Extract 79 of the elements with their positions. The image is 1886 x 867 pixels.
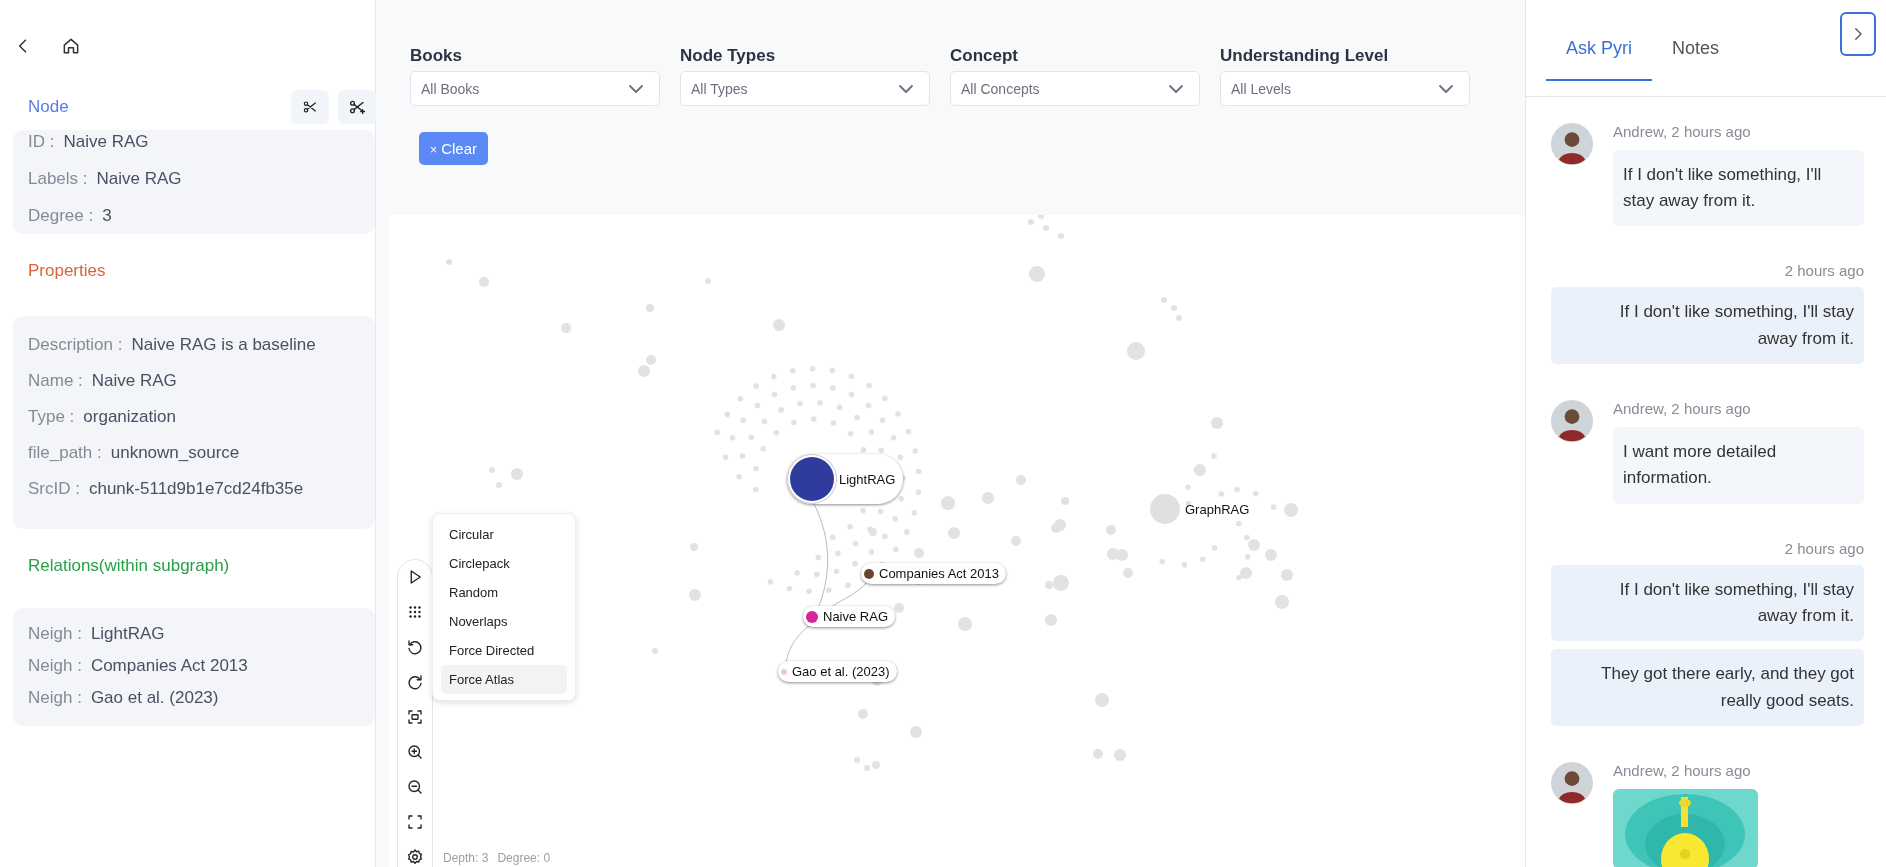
filter-dropdown[interactable]: All Types xyxy=(680,71,930,106)
focus-icon[interactable] xyxy=(406,708,424,726)
message-meta: Andrew, 2 hours ago xyxy=(1613,122,1752,140)
message-bubble: I want more detailed information. xyxy=(1613,427,1864,504)
field-value: chunk-511d9b1e7cd24fb35e xyxy=(88,479,304,499)
field-value: Naive RAG xyxy=(63,132,149,152)
message-bubble: They got there early, and they got really good seats. xyxy=(1551,649,1864,727)
grid-icon[interactable] xyxy=(406,603,424,621)
message-bubble: If I don't like something, I'll stay away from it. xyxy=(1551,287,1864,365)
chevron-down-icon xyxy=(1439,84,1453,93)
field-value: LightRAG xyxy=(90,624,165,644)
avatar-icon xyxy=(1551,400,1593,443)
tab[interactable]: Ask Pyri xyxy=(1546,32,1652,81)
field-value: organization xyxy=(83,407,176,427)
field-label: Labels : xyxy=(28,169,88,189)
scissors-icon xyxy=(302,99,318,115)
message-meta: 2 hours ago xyxy=(1784,262,1864,280)
message-meta: Andrew, 2 hours ago xyxy=(1613,400,1752,418)
graph-node[interactable]: GraphRAG xyxy=(1146,490,1254,528)
home-icon[interactable] xyxy=(61,36,81,56)
scissors-plus-icon xyxy=(348,98,366,116)
field-label: ID : xyxy=(28,132,55,152)
redo-icon[interactable] xyxy=(406,673,424,691)
avatar-icon xyxy=(1551,122,1593,165)
status-text: Depth: 3 xyxy=(443,851,489,865)
settings-icon[interactable] xyxy=(406,848,424,866)
filter-dropdown[interactable]: All Concepts xyxy=(950,71,1200,106)
filter-dropdown[interactable]: All Books xyxy=(410,71,660,106)
layout-option[interactable]: Circular xyxy=(441,520,567,549)
filter-label: Concept xyxy=(950,46,1019,66)
field-label: Degree : xyxy=(28,206,94,226)
field-label: file_path : xyxy=(28,443,102,463)
chevron-down-icon xyxy=(1169,84,1183,93)
field-value: Naive RAG xyxy=(91,371,177,391)
field-label: Neigh : xyxy=(28,624,82,644)
field-label: Description : xyxy=(28,335,123,355)
layout-option[interactable]: Random xyxy=(441,578,567,607)
layout-option[interactable]: Circlepack xyxy=(441,549,567,578)
undo-icon[interactable] xyxy=(406,638,424,656)
field-value: unknown_source xyxy=(110,443,240,463)
message-bubble: If I don't like something, I'll stay away from it. xyxy=(1551,564,1864,642)
graph-node[interactable]: Naive RAG xyxy=(803,606,896,627)
cut-button[interactable] xyxy=(291,90,329,124)
chevron-down-icon xyxy=(629,84,643,93)
field-label: Type : xyxy=(28,407,75,427)
message-bubble: If I don't like something, I'll stay away from it. xyxy=(1613,149,1864,227)
field-value: 3 xyxy=(102,206,112,226)
graph-node[interactable]: LightRAG xyxy=(787,454,904,504)
section-title: Relations(within subgraph) xyxy=(28,556,230,576)
field-value: Naive RAG xyxy=(96,169,182,189)
message-meta: Andrew, 2 hours ago xyxy=(1613,762,1752,780)
graph-node[interactable]: Gao et al. (2023) xyxy=(778,661,897,682)
filter-label: Node Types xyxy=(680,46,777,66)
filter-dropdown[interactable]: All Levels xyxy=(1220,71,1470,106)
layout-option[interactable]: Force Atlas xyxy=(441,665,567,694)
collapse-button[interactable] xyxy=(1840,12,1876,56)
section-title: Properties xyxy=(28,261,106,281)
chevron-down-icon xyxy=(899,84,913,93)
field-label: Neigh : xyxy=(28,688,82,708)
cut-add-button[interactable] xyxy=(338,90,376,124)
field-label: Neigh : xyxy=(28,656,82,676)
avatar-icon xyxy=(1551,762,1593,805)
graph-node[interactable]: Companies Act 2013 xyxy=(861,563,1006,584)
layout-option[interactable]: Force Directed xyxy=(441,636,567,665)
field-label: Name : xyxy=(28,371,83,391)
status-text: Degree: 0 xyxy=(497,851,551,865)
filter-label: Books xyxy=(410,46,463,66)
filter-label: Understanding Level xyxy=(1220,46,1390,66)
field-value: Companies Act 2013 xyxy=(90,656,248,676)
layout-option[interactable]: Noverlaps xyxy=(441,607,567,636)
fullscreen-icon[interactable] xyxy=(406,813,424,831)
message-meta: 2 hours ago xyxy=(1784,539,1864,557)
field-value: Naive RAG is a baseline xyxy=(131,335,316,355)
section-title: Node xyxy=(28,97,69,117)
zoom-out-icon[interactable] xyxy=(406,778,424,796)
zoom-in-icon[interactable] xyxy=(406,743,424,761)
field-value: Gao et al. (2023) xyxy=(90,688,219,708)
tab[interactable]: Notes xyxy=(1652,32,1740,81)
field-label: SrcID : xyxy=(28,479,80,499)
